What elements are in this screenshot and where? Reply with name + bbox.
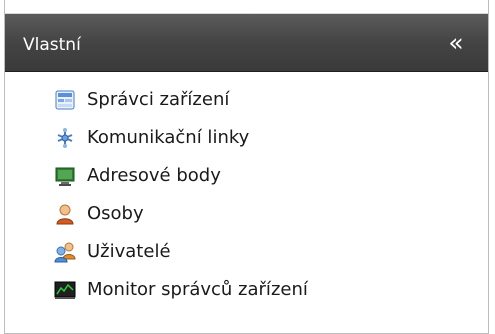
sidebar-item-komunikacni-linky[interactable]: Komunikační linky [54,125,249,151]
sidebar-item-uzivatele[interactable]: Uživatelé [54,239,171,265]
address-point-icon [55,167,75,186]
device-manager-icon [55,90,75,110]
sidebar-item-label: Monitor správců zařízení [87,279,308,300]
sidebar-item-label: Správci zařízení [87,89,230,110]
sidebar-item-label: Osoby [87,203,144,224]
sidebar-item-monitor-spravcu-zarizeni[interactable]: Monitor správců zařízení [54,277,308,303]
monitor-icon [54,281,76,299]
sidebar-item-osoby[interactable]: Osoby [54,201,144,227]
sidebar-item-label: Adresové body [87,165,221,186]
network-link-icon [57,128,73,148]
person-icon [56,204,74,225]
users-icon [54,242,76,263]
sidebar-panel: Vlastní « Správci zařízení Komunikační l… [4,0,489,334]
panel-title: Vlastní [23,35,81,55]
sidebar-items: Správci zařízení Komunikační linky Adres… [5,73,488,334]
collapse-icon[interactable]: « [442,29,470,57]
panel-top-strip [5,0,488,14]
sidebar-item-label: Komunikační linky [87,127,250,148]
panel-header: Vlastní « [5,14,488,72]
sidebar-item-adresove-body[interactable]: Adresové body [54,163,221,189]
sidebar-item-spravci-zarizeni[interactable]: Správci zařízení [54,87,229,113]
sidebar-item-label: Uživatelé [87,241,171,262]
